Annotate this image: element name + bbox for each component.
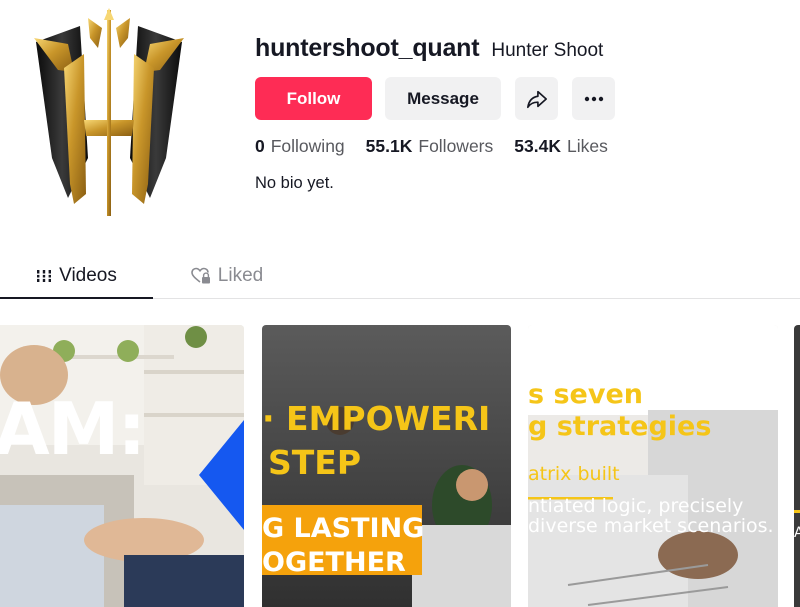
video-overlay-text: ntiated logic, precisely	[528, 495, 744, 517]
more-options-button[interactable]	[572, 77, 615, 120]
video-card[interactable]: AM:	[0, 325, 244, 607]
profile-stats: 0 Following 55.1K Followers 53.4K Likes	[255, 136, 629, 157]
tab-liked[interactable]: Liked	[153, 252, 301, 299]
stat-label: Followers	[418, 136, 494, 156]
more-options-icon	[584, 96, 603, 101]
video-overlay-text: g strategies	[528, 411, 712, 442]
video-thumbnail	[794, 325, 800, 607]
video-overlay-text: · EMPOWERI	[262, 399, 491, 438]
profile-bio: No bio yet.	[255, 174, 334, 192]
profile-tabs: Videos Liked	[0, 252, 800, 299]
stat-followers[interactable]: 55.1K Followers	[366, 136, 494, 157]
video-card[interactable]: s seven g strategies atrix built ntiated…	[528, 325, 778, 607]
video-overlay-text: AM:	[0, 387, 146, 471]
grid-icon	[36, 269, 53, 283]
video-overlay-text: A	[794, 525, 800, 541]
message-button[interactable]: Message	[385, 77, 501, 120]
tab-label: Liked	[217, 264, 264, 286]
video-overlay-text: atrix built	[528, 463, 620, 485]
username: huntershoot_quant	[255, 34, 480, 62]
liked-lock-icon	[190, 267, 211, 285]
action-buttons: Follow Message	[255, 77, 615, 120]
video-card[interactable]: · EMPOWERI STEP G LASTING OGETHER	[262, 325, 511, 607]
follow-button[interactable]: Follow	[255, 77, 372, 120]
stat-value: 0	[255, 136, 265, 156]
stat-value: 53.4K	[514, 136, 561, 156]
active-tab-indicator	[0, 297, 153, 299]
stat-value: 55.1K	[365, 136, 413, 156]
nickname: Hunter Shoot	[491, 40, 604, 61]
share-button[interactable]	[515, 77, 558, 120]
video-overlay-text: G LASTING	[262, 513, 425, 544]
video-overlay-text: STEP	[268, 443, 362, 482]
video-overlay-text: diverse market scenarios.	[528, 515, 774, 537]
profile-avatar[interactable]	[28, 8, 190, 220]
hunter-shoot-logo-icon	[34, 8, 184, 216]
video-overlay-text: OGETHER	[262, 547, 406, 578]
video-overlay-text: s seven	[528, 379, 643, 410]
stat-label: Following	[270, 136, 345, 156]
name-row: huntershoot_quant Hunter Shoot	[255, 34, 603, 63]
share-icon	[526, 90, 547, 108]
stat-likes: 53.4K Likes	[514, 136, 608, 157]
tab-label: Videos	[59, 264, 117, 286]
tab-videos[interactable]: Videos	[0, 252, 153, 299]
stat-label: Likes	[566, 136, 608, 156]
video-card[interactable]: A	[794, 325, 800, 607]
stat-following[interactable]: 0 Following	[255, 136, 345, 157]
